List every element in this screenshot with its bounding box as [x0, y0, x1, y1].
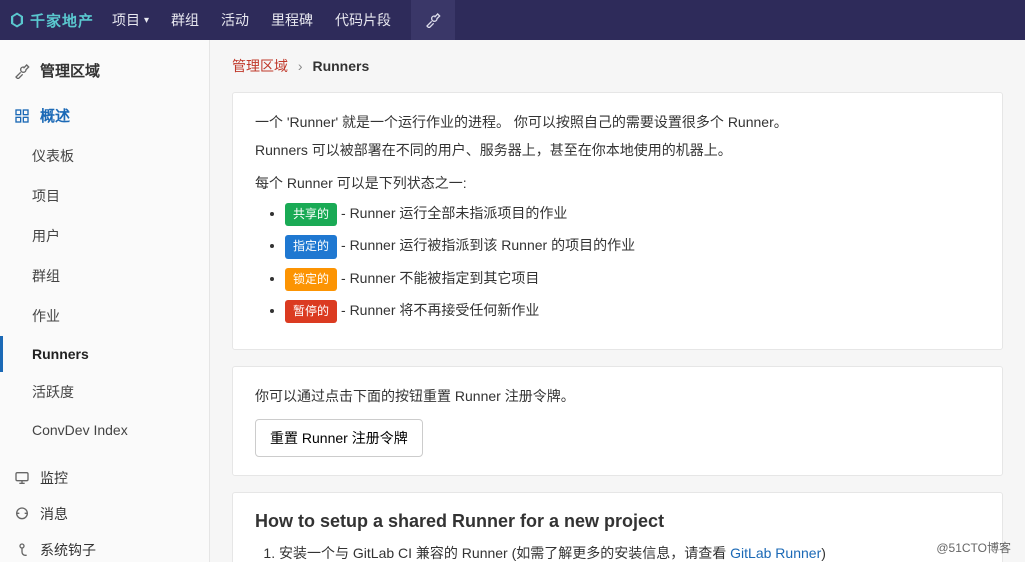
status-locked: 锁定的- Runner 不能被指定到其它项目	[285, 267, 980, 291]
status-shared: 共享的- Runner 运行全部未指派项目的作业	[285, 202, 980, 226]
runner-intro-card: 一个 'Runner' 就是一个运行作业的进程。 你可以按照自己的需要设置很多个…	[232, 92, 1003, 350]
reset-token-button[interactable]: 重置 Runner 注册令牌	[255, 419, 423, 457]
badge-locked: 锁定的	[285, 268, 337, 291]
sidebar-item-activity[interactable]: 活跃度	[0, 372, 209, 412]
admin-area-tab[interactable]	[411, 0, 455, 40]
overview-icon	[14, 108, 30, 124]
breadcrumb-current: Runners	[312, 58, 369, 74]
sidebar-item-dashboard[interactable]: 仪表板	[0, 136, 209, 176]
status-specific: 指定的- Runner 运行被指派到该 Runner 的项目的作业	[285, 234, 980, 258]
logo[interactable]: 千家地产	[8, 10, 94, 31]
nav-snippets[interactable]: 代码片段	[335, 10, 391, 30]
sidebar-item-jobs[interactable]: 作业	[0, 296, 209, 336]
sidebar-item-runners[interactable]: Runners	[0, 336, 209, 372]
monitor-icon	[14, 470, 30, 486]
sidebar-item-messages[interactable]: 消息	[0, 496, 209, 532]
sidebar-title: 管理区域	[0, 52, 209, 95]
top-navbar: 千家地产 项目▾ 群组 活动 里程碑 代码片段	[0, 0, 1025, 40]
status-list: 共享的- Runner 运行全部未指派项目的作业 指定的- Runner 运行被…	[285, 202, 980, 323]
setup-title: How to setup a shared Runner for a new p…	[255, 511, 980, 532]
sidebar-item-groups[interactable]: 群组	[0, 256, 209, 296]
main-content: 管理区域 › Runners 一个 'Runner' 就是一个运行作业的进程。 …	[210, 40, 1025, 562]
setup-card: How to setup a shared Runner for a new p…	[232, 492, 1003, 562]
breadcrumb-separator: ›	[298, 58, 303, 74]
sidebar: 管理区域 概述 仪表板 项目 用户 群组 作业 Runners 活跃度 Conv…	[0, 40, 210, 562]
badge-paused: 暂停的	[285, 300, 337, 323]
intro-text-2: Runners 可以被部署在不同的用户、服务器上，甚至在你本地使用的机器上。	[255, 139, 980, 161]
status-paused: 暂停的- Runner 将不再接受任何新作业	[285, 299, 980, 323]
nav-activity[interactable]: 活动	[221, 10, 249, 30]
sidebar-item-monitoring[interactable]: 监控	[0, 460, 209, 496]
sidebar-item-convdev[interactable]: ConvDev Index	[0, 412, 209, 448]
nav-projects[interactable]: 项目▾	[112, 10, 149, 30]
sidebar-section-overview[interactable]: 概述	[0, 95, 209, 136]
reset-note: 你可以通过点击下面的按钮重置 Runner 注册令牌。	[255, 385, 980, 407]
wrench-icon	[425, 12, 441, 28]
badge-shared: 共享的	[285, 203, 337, 226]
logo-icon	[8, 11, 26, 29]
wrench-icon	[14, 63, 30, 79]
intro-text-1: 一个 'Runner' 就是一个运行作业的进程。 你可以按照自己的需要设置很多个…	[255, 111, 980, 133]
top-nav: 项目▾ 群组 活动 里程碑 代码片段	[112, 10, 391, 30]
sidebar-item-hooks[interactable]: 系统钩子	[0, 532, 209, 562]
breadcrumb: 管理区域 › Runners	[232, 56, 1003, 76]
logo-text: 千家地产	[30, 10, 94, 31]
nav-milestones[interactable]: 里程碑	[271, 10, 313, 30]
setup-step-1: 安装一个与 GitLab CI 兼容的 Runner (如需了解更多的安装信息，…	[279, 542, 980, 562]
sidebar-item-users[interactable]: 用户	[0, 216, 209, 256]
hook-icon	[14, 542, 30, 558]
reset-token-card: 你可以通过点击下面的按钮重置 Runner 注册令牌。 重置 Runner 注册…	[232, 366, 1003, 476]
badge-specific: 指定的	[285, 235, 337, 258]
intro-text-3: 每个 Runner 可以是下列状态之一:	[255, 172, 980, 194]
sidebar-item-projects[interactable]: 项目	[0, 176, 209, 216]
footer-credit: @51CTO博客	[936, 539, 1011, 556]
breadcrumb-root[interactable]: 管理区域	[232, 58, 288, 74]
broadcast-icon	[14, 506, 30, 522]
nav-groups[interactable]: 群组	[171, 10, 199, 30]
gitlab-runner-link[interactable]: GitLab Runner	[730, 545, 821, 561]
chevron-down-icon: ▾	[144, 15, 149, 26]
